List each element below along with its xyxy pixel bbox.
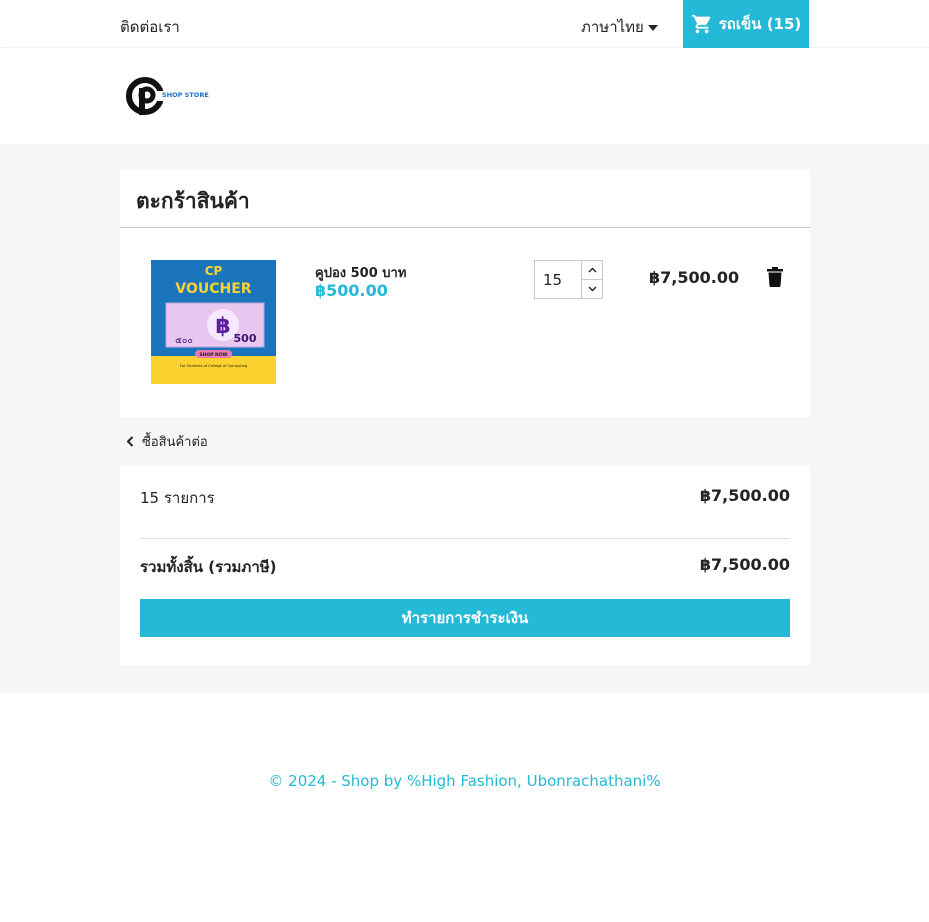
quantity-input[interactable] — [535, 261, 582, 298]
voucher-amount: 500 — [234, 332, 257, 345]
top-bar: ติดต่อเรา ภาษาไทย รถเข็น (15) — [0, 0, 929, 48]
voucher-shop-now: SHOP NOW — [199, 352, 227, 358]
quantity-stepper — [534, 260, 603, 299]
site-header: SHOP STORE — [0, 49, 929, 144]
product-unit-price: ฿500.00 — [315, 281, 388, 300]
voucher-caption: For Students of College of Computing — [180, 364, 247, 368]
language-selector[interactable]: ภาษาไทย — [581, 15, 658, 39]
divider — [120, 227, 810, 228]
cart-card: ตะกร้าสินค้า CP VOUCHER ฿ 500 ๕๐๐ SHOP N… — [120, 169, 810, 417]
chevron-down-icon — [588, 286, 596, 292]
total-label: รวมทั้งสิ้น (รวมภาษี) — [140, 558, 277, 576]
product-image[interactable]: CP VOUCHER ฿ 500 ๕๐๐ SHOP NOW For Studen… — [151, 260, 276, 384]
voucher-title-1: CP — [205, 264, 223, 278]
contact-link[interactable]: ติดต่อเรา — [120, 15, 180, 39]
delete-icon[interactable] — [767, 267, 783, 287]
quantity-buttons — [582, 261, 602, 298]
page-title: ตะกร้าสินค้า — [136, 189, 250, 213]
store-logo[interactable]: SHOP STORE — [126, 76, 216, 118]
cart-button[interactable]: รถเข็น (15) — [683, 0, 809, 48]
shopping-cart-icon — [691, 14, 710, 34]
logo-mark-icon — [126, 77, 166, 115]
voucher-thai-amount: ๕๐๐ — [175, 336, 193, 346]
cart-summary: 15 รายการ ฿7,500.00 รวมทั้งสิ้น (รวมภาษี… — [120, 465, 810, 665]
items-subtotal: ฿7,500.00 — [699, 486, 790, 505]
footer-copyright[interactable]: © 2024 - Shop by %High Fashion, Ubonrach… — [0, 772, 929, 790]
voucher-baht-symbol: ฿ — [215, 314, 230, 339]
caret-down-icon — [647, 24, 658, 31]
total-amount: ฿7,500.00 — [699, 555, 790, 574]
chevron-left-icon — [126, 436, 134, 447]
chevron-up-icon — [588, 267, 596, 273]
cart-button-label: รถเข็น (15) — [718, 15, 802, 33]
checkout-button[interactable]: ทำรายการชำระเงิน — [140, 599, 790, 637]
product-line-total: ฿7,500.00 — [649, 268, 740, 287]
continue-shopping-label: ซื้อสินค้าต่อ — [142, 435, 208, 450]
continue-shopping-link[interactable]: ซื้อสินค้าต่อ — [126, 431, 208, 452]
items-count-label: 15 รายการ — [140, 489, 215, 507]
divider — [140, 538, 790, 539]
product-name[interactable]: คูปอง 500 บาท — [315, 262, 406, 283]
quantity-increase-button[interactable] — [582, 261, 602, 279]
logo-text: SHOP STORE — [162, 91, 209, 99]
language-label: ภาษาไทย — [581, 18, 644, 36]
quantity-decrease-button[interactable] — [582, 279, 602, 298]
voucher-title-2: VOUCHER — [175, 281, 251, 297]
